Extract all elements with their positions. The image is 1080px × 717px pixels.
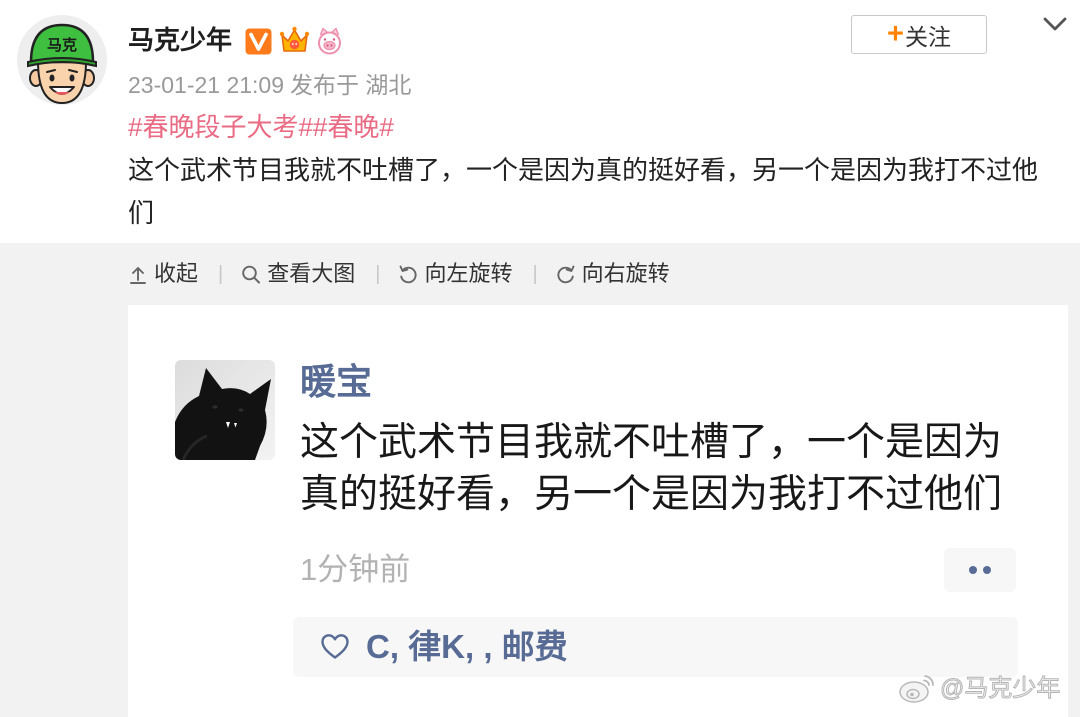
moment-likes-box: C, 律K, , 邮费 [293,617,1018,677]
rotate-right-icon [557,265,575,284]
post-location: 发布于 湖北 [290,72,412,98]
moment-more-button [944,548,1016,592]
more-dots-icon [969,566,991,574]
collapse-button[interactable]: 收起 [128,259,198,289]
heart-outline-icon [320,633,350,660]
moment-avatar [175,360,275,460]
follow-label: 关注 [904,23,951,50]
toolbar-separator: | [218,263,224,285]
pig-icon[interactable] [316,27,343,55]
moment-time: 1分钟前 [300,552,411,587]
verified-v-icon[interactable] [245,28,272,55]
moment-text: 这个武术节目我就不吐槽了，一个是因为真的挺好看，另一个是因为我打不过他们 [300,421,1003,516]
post-body-text: 这个武术节目我就不吐槽了，一个是因为真的挺好看，另一个是因为我打不过他们 [128,155,1039,228]
post-timestamp[interactable]: 23-01-21 21:09 [128,72,284,98]
avatar-cap-text: 马克 [47,36,77,54]
toolbar-separator: | [375,263,381,285]
hashtag-link[interactable]: #春晚# [313,112,394,142]
follow-plus-icon: + [887,18,904,50]
toolbar-separator: | [532,263,538,285]
collapse-icon [130,267,146,284]
hashtag-row: #春晚段子大考##春晚# [128,111,394,143]
view-large-button[interactable]: 查看大图 [241,259,355,289]
moment-likes-text: C, 律K, , 邮费 [366,628,568,665]
author-name[interactable]: 马克少年 [128,24,232,56]
collapse-label: 收起 [154,261,199,286]
post-meta: 23-01-21 21:09 发布于 湖北 [128,71,411,99]
rotate-left-label: 向左旋转 [424,261,513,286]
rotate-left-button[interactable]: 向左旋转 [398,259,512,289]
hashtag-link[interactable]: #春晚段子大考# [128,112,313,142]
author-avatar[interactable]: 马克 [17,15,107,105]
crown-icon[interactable] [279,25,310,55]
moment-author-name: 暖宝 [300,361,373,402]
view-large-label: 查看大图 [267,261,356,286]
rotate-right-button[interactable]: 向右旋转 [556,259,670,289]
rotate-left-icon [399,265,418,284]
cartoon-avatar-icon: 马克 [17,15,107,105]
follow-button[interactable]: + 关注 [851,15,987,54]
weibo-logo-icon [898,672,936,704]
post-image[interactable]: 暖宝 这个武术节目我就不吐槽了，一个是因为真的挺好看，另一个是因为我打不过他们 … [128,305,1068,717]
chevron-down-icon[interactable] [1041,14,1069,34]
search-icon [242,265,261,284]
rotate-right-label: 向右旋转 [581,261,670,286]
image-toolbar: 收起 | 查看大图 | 向左旋转 | 向右旋转 [128,259,670,289]
black-cat-avatar-icon [175,360,275,460]
watermark-text: @马克少年 [939,675,1061,703]
